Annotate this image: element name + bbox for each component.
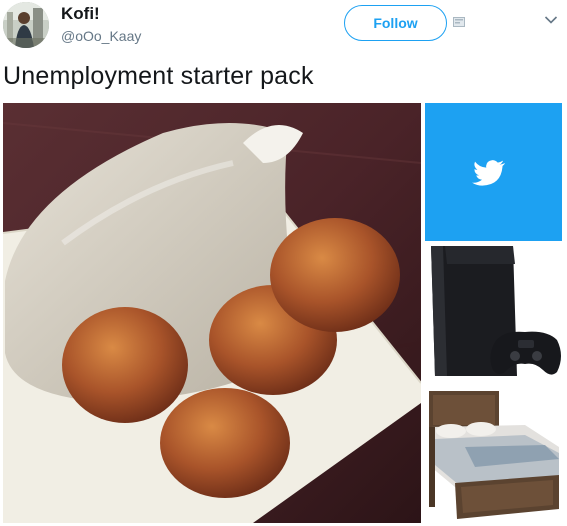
twitter-bird-icon [472, 160, 505, 186]
display-name[interactable]: Kofi! [61, 4, 100, 24]
tweet-text: Unemployment starter pack [3, 62, 314, 90]
photo-playstation[interactable] [425, 244, 562, 384]
follow-button[interactable]: Follow [344, 5, 447, 41]
photo-food[interactable] [3, 103, 421, 523]
chevron-down-icon[interactable] [544, 15, 558, 25]
block-icon [453, 17, 465, 27]
username-handle[interactable]: @oOo_Kaay [61, 28, 141, 44]
avatar[interactable] [3, 2, 49, 48]
photo-bed[interactable] [425, 387, 562, 523]
media-grid [3, 103, 562, 523]
tweet-header: Kofi! @oOo_Kaay Follow [0, 0, 567, 56]
photo-twitter-logo[interactable] [425, 103, 562, 241]
